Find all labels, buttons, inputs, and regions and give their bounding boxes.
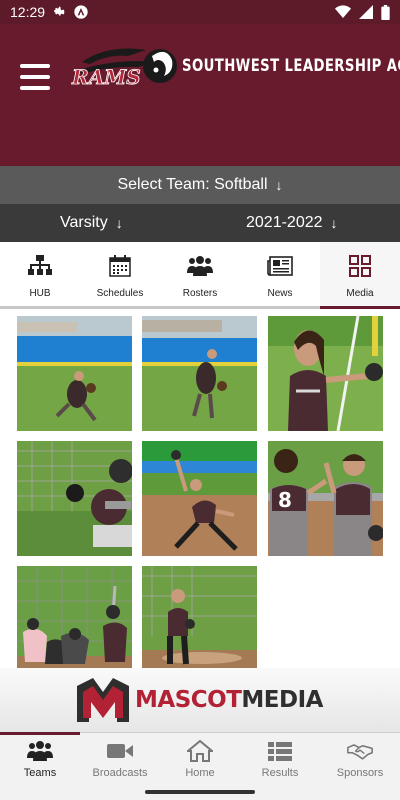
status-bar: 12:29 — [0, 0, 400, 24]
arrow-down-icon: ↓ — [330, 215, 338, 231]
newspaper-icon — [267, 256, 293, 276]
nav-label: Teams — [23, 767, 57, 779]
photo-pitcher — [142, 441, 257, 556]
tab-label: Rosters — [182, 288, 218, 299]
season-value: 2021-2022 — [246, 214, 323, 231]
list-icon — [268, 742, 292, 761]
nav-sponsors[interactable]: Sponsors — [320, 733, 400, 784]
brand-header: RAMS SOUTHWEST LEADERSHIP ACADEMY — [0, 24, 400, 166]
mascot-media-logo-icon — [77, 678, 130, 722]
tab-label: News — [267, 288, 293, 299]
team-selector[interactable]: Select Team: Softball ↓ — [0, 166, 400, 204]
wifi-icon — [335, 5, 351, 18]
level-value: Varsity — [60, 214, 108, 231]
tab-label: Schedules — [96, 288, 144, 299]
sponsor-name-part1: MASCOT — [135, 687, 242, 713]
grid-icon — [349, 255, 371, 277]
video-camera-icon — [107, 744, 133, 758]
calendar-icon — [109, 255, 131, 277]
photo-player-fielding — [17, 316, 132, 431]
nav-home[interactable]: Home — [160, 733, 240, 784]
accessibility-icon — [74, 5, 88, 19]
battery-icon — [381, 4, 390, 20]
nav-label: Broadcasts — [92, 767, 148, 779]
bottom-navigation: Teams Broadcasts Home Results Sponsors — [0, 732, 400, 784]
tab-media[interactable]: Media — [320, 242, 400, 309]
media-thumbnail[interactable] — [142, 441, 257, 556]
media-thumbnail[interactable] — [17, 441, 132, 556]
sponsor-name: MASCOTMEDIA — [135, 687, 323, 713]
photo-player-running — [142, 316, 257, 431]
photo-player-closeup — [268, 316, 383, 431]
app-screen: 12:29 RAMS SOUTHWEST LEADERSHIP ACADEMY — [0, 0, 400, 800]
sponsor-banner[interactable]: MASCOTMEDIA — [0, 668, 400, 732]
gesture-handle[interactable] — [145, 790, 255, 794]
nav-teams[interactable]: Teams — [0, 732, 80, 784]
menu-bar — [20, 86, 50, 90]
hierarchy-icon — [28, 255, 52, 275]
photo-catcher — [17, 441, 132, 556]
media-grid: 8 — [0, 316, 400, 668]
arrow-down-icon: ↓ — [115, 215, 123, 231]
team-selector-label: Select Team: Softball — [117, 176, 268, 193]
media-thumbnail[interactable] — [142, 316, 257, 431]
arrow-down-icon: ↓ — [275, 177, 283, 193]
nav-label: Sponsors — [336, 767, 384, 779]
photo-high-five: 8 — [268, 441, 383, 556]
tab-label: HUB — [29, 288, 51, 299]
section-tabs: HUB Schedules Rosters News Media — [0, 242, 400, 309]
nav-results[interactable]: Results — [240, 733, 320, 784]
level-dropdown[interactable]: Varsity ↓ — [60, 204, 123, 242]
media-thumbnail[interactable] — [17, 316, 132, 431]
photo-infielder — [142, 566, 257, 668]
rams-logo: RAMS — [71, 48, 177, 89]
school-name: SOUTHWEST LEADERSHIP ACADEMY — [182, 56, 400, 76]
status-time: 12:29 — [10, 4, 46, 20]
tab-hub[interactable]: HUB — [0, 242, 80, 306]
tab-schedules[interactable]: Schedules — [80, 242, 160, 306]
media-thumbnail[interactable] — [268, 316, 383, 431]
people-icon — [187, 256, 213, 276]
logo-text: RAMS — [71, 65, 141, 89]
tab-label: Media — [346, 288, 374, 299]
photo-batter — [17, 566, 132, 668]
sponsor-name-part2: MEDIA — [241, 687, 323, 713]
team-icon — [27, 741, 53, 761]
nav-broadcasts[interactable]: Broadcasts — [80, 733, 160, 784]
media-thumbnail[interactable]: 8 — [268, 441, 383, 556]
gear-icon — [54, 6, 66, 16]
media-thumbnail[interactable] — [17, 566, 132, 668]
jersey-number: 8 — [278, 488, 292, 512]
nav-label: Home — [185, 767, 215, 779]
system-navigation — [0, 784, 400, 800]
tab-rosters[interactable]: Rosters — [160, 242, 240, 306]
home-icon — [187, 740, 213, 762]
handshake-icon — [347, 744, 373, 760]
menu-bar — [20, 64, 50, 68]
menu-bar — [20, 75, 50, 79]
signal-icon — [359, 5, 373, 19]
nav-label: Results — [261, 767, 299, 779]
season-dropdown[interactable]: 2021-2022 ↓ — [246, 204, 338, 242]
menu-button[interactable] — [20, 64, 50, 90]
tab-news[interactable]: News — [240, 242, 320, 306]
media-thumbnail[interactable] — [142, 566, 257, 668]
filter-bar: Varsity ↓ 2021-2022 ↓ — [0, 204, 400, 242]
